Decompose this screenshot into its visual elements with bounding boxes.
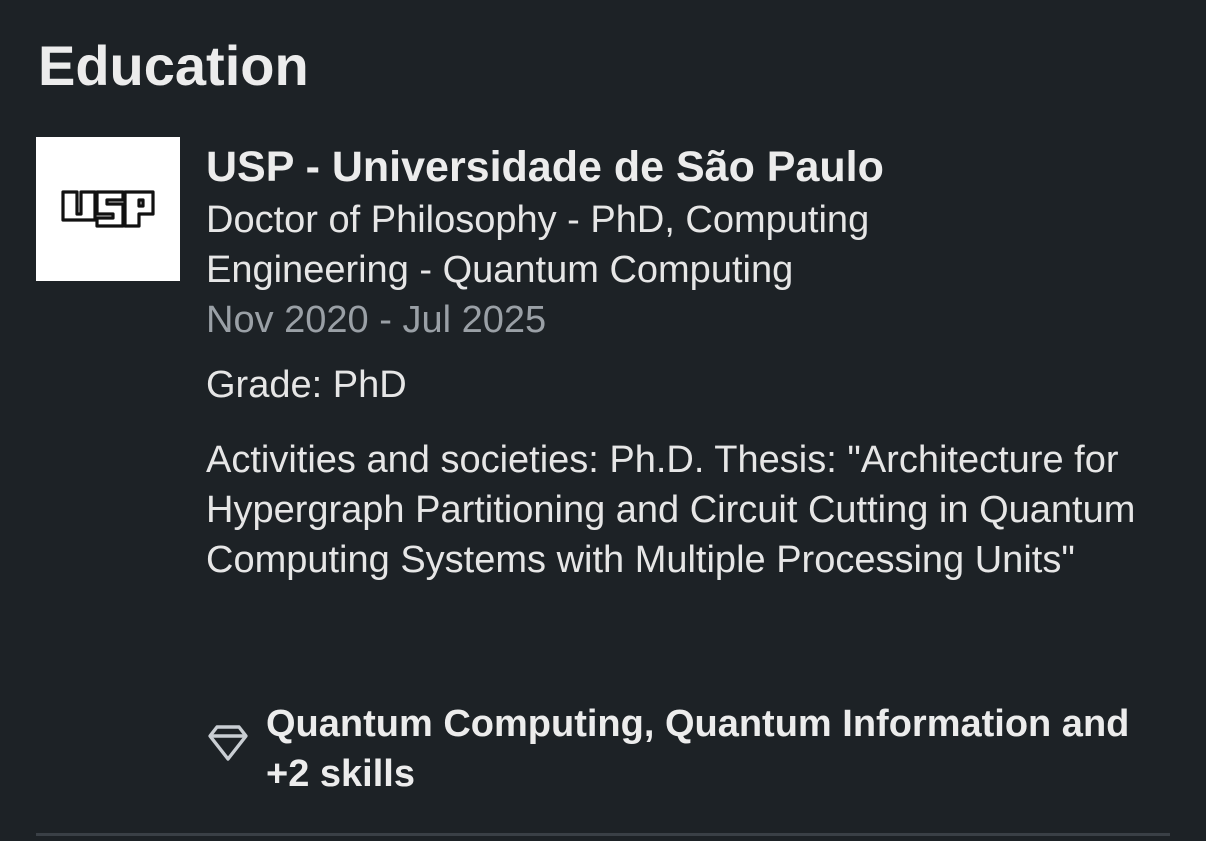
degree-field: Doctor of Philosophy - PhD, Computing En… (206, 199, 870, 291)
skills-link[interactable]: Quantum Computing, Quantum Information a… (206, 699, 1166, 799)
school-logo[interactable] (36, 137, 180, 281)
section-divider (36, 833, 1170, 836)
usp-logo-icon (61, 190, 155, 228)
date-range: Nov 2020 - Jul 2025 (206, 299, 547, 341)
diamond-icon (208, 725, 248, 761)
skills-text: Quantum Computing, Quantum Information a… (266, 703, 1130, 795)
section-title: Education (38, 34, 309, 97)
grade-text: Grade: PhD (206, 364, 407, 406)
school-name[interactable]: USP - Universidade de São Paulo (206, 139, 1156, 195)
education-details: USP - Universidade de São Paulo Doctor o… (206, 137, 1156, 585)
activities-text: Activities and societies: Ph.D. Thesis: … (206, 439, 1136, 581)
education-entry[interactable]: USP - Universidade de São Paulo Doctor o… (36, 137, 1170, 817)
